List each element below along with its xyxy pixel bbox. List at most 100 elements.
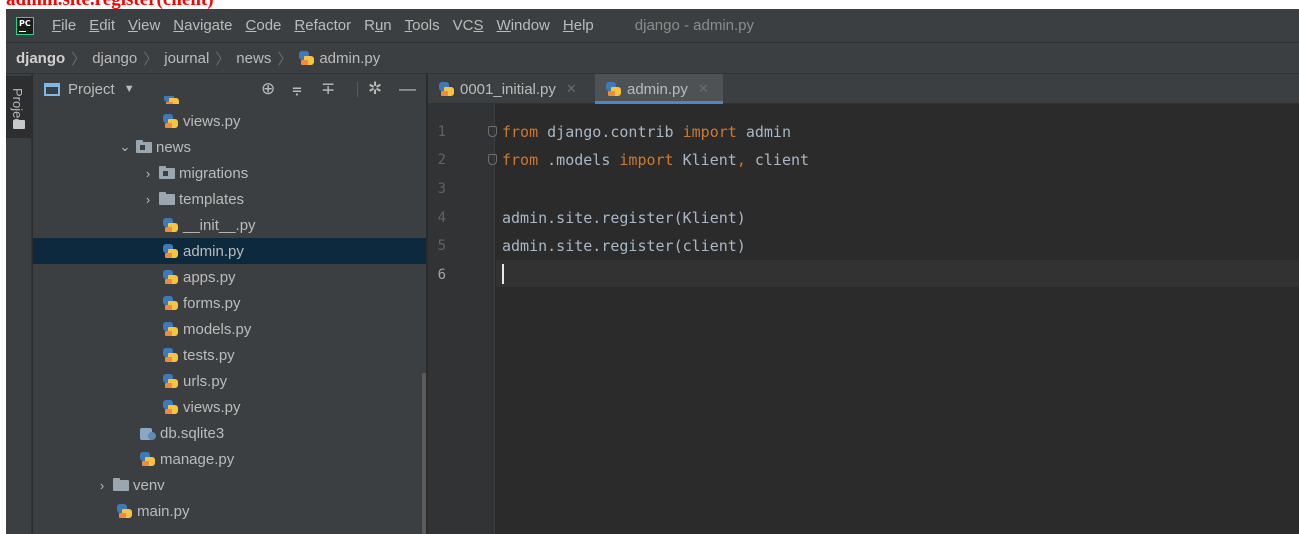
project-window-icon [44, 82, 60, 96]
breadcrumb-item-journal[interactable]: journal [164, 50, 209, 67]
tree-item-label: apps.py [183, 268, 236, 286]
chevron-down-icon[interactable]: ▼ [124, 83, 135, 95]
line-number: 5 [437, 238, 446, 254]
menu-help[interactable]: Help [563, 17, 594, 34]
window-title: django - admin.py [634, 17, 755, 34]
tree-item-label: views.py [183, 398, 241, 416]
menu-run[interactable]: Run [364, 17, 392, 34]
tree-row[interactable]: main.py [33, 498, 426, 524]
tab-admin[interactable]: admin.py ✕ [595, 74, 723, 104]
tree-item-label: db.sqlite3 [160, 424, 225, 442]
tab-0001-initial[interactable]: 0001_initial.py ✕ [428, 74, 583, 104]
breadcrumb: django 〉 django 〉 journal 〉 news 〉 admin… [6, 42, 1299, 74]
project-view-selector[interactable]: Project [68, 81, 115, 98]
close-icon[interactable]: ✕ [566, 81, 577, 97]
python-file-icon [162, 113, 180, 130]
menu-edit[interactable]: Edit [89, 17, 115, 34]
tree-item-label: forms.py [183, 294, 241, 312]
tree-row[interactable]: urls.py [33, 368, 426, 394]
breadcrumb-item-django[interactable]: django [92, 50, 137, 67]
python-file-icon [162, 295, 180, 312]
tree-row[interactable]: db.sqlite3 [33, 420, 426, 446]
editor-gutter: 1 2 3 4 5 6 [428, 104, 497, 534]
line-number: 3 [437, 181, 446, 197]
breadcrumb-item-news[interactable]: news [236, 50, 271, 67]
close-icon[interactable]: ✕ [698, 81, 709, 97]
tab-label: admin.py [627, 80, 688, 98]
code-editor[interactable]: 1 2 3 4 5 6 from django.contrib import a… [428, 104, 1299, 534]
tree-row[interactable]: forms.py [33, 290, 426, 316]
code-line: from .models import Klient, client [502, 151, 810, 169]
chevron-right-icon[interactable]: › [138, 166, 158, 181]
menu-tools[interactable]: Tools [405, 17, 440, 34]
tree-row-folder[interactable]: ⌄ news [33, 134, 426, 160]
tree-row-partial[interactable] [33, 96, 426, 104]
python-file-icon [163, 96, 181, 104]
tree-row[interactable]: __init__.py [33, 212, 426, 238]
tree-row[interactable]: manage.py [33, 446, 426, 472]
tree-item-label: manage.py [160, 450, 235, 468]
tree-item-label: news [156, 138, 192, 156]
tree-row[interactable]: models.py [33, 316, 426, 342]
code-line: from django.contrib import admin [502, 123, 791, 141]
folder-icon [13, 120, 25, 129]
tree-row-folder[interactable]: › templates [33, 186, 426, 212]
python-file-icon [162, 217, 180, 234]
tree-row[interactable]: views.py [33, 394, 426, 420]
line-number: 4 [437, 210, 446, 226]
pycharm-logo-icon [16, 16, 34, 35]
chevron-right-icon[interactable]: › [92, 478, 112, 493]
fold-start-icon[interactable] [488, 126, 497, 137]
header-divider [357, 82, 358, 97]
tool-window-strip: Project [6, 74, 32, 534]
python-file-icon [162, 347, 180, 364]
package-folder-icon [135, 140, 153, 154]
python-file-icon [139, 451, 157, 468]
chevron-right-icon[interactable]: › [138, 192, 158, 207]
tree-item-label: tests.py [183, 346, 235, 364]
code-line: admin.site.register(client) [502, 237, 746, 255]
tree-item-label: __init__.py [183, 216, 256, 234]
menu-window[interactable]: Window [497, 17, 550, 34]
tree-row-selected[interactable]: admin.py [33, 238, 426, 264]
tree-row[interactable]: views.py [33, 108, 426, 134]
current-line-highlight [496, 260, 1299, 287]
chevron-down-icon[interactable]: ⌄ [115, 139, 135, 155]
folder-icon [112, 478, 130, 492]
project-scrollbar[interactable] [422, 373, 426, 534]
menu-file[interactable]: File [52, 17, 76, 34]
caption-title: admin.site.register(client) [6, 0, 214, 9]
breadcrumb-item-project[interactable]: django [16, 50, 65, 67]
python-file-icon [438, 81, 456, 98]
line-number: 1 [437, 124, 446, 140]
tree-row[interactable]: apps.py [33, 264, 426, 290]
menu-refactor[interactable]: Refactor [294, 17, 351, 34]
python-file-icon [298, 50, 316, 67]
text-caret [502, 264, 504, 284]
python-file-icon [605, 81, 623, 98]
tree-row-folder[interactable]: › venv [33, 472, 426, 498]
tree-item-label: admin.py [183, 242, 244, 260]
tree-item-label: templates [179, 190, 245, 208]
tree-row-folder[interactable]: › migrations [33, 160, 426, 186]
python-file-icon [162, 373, 180, 390]
tab-label: 0001_initial.py [460, 80, 556, 98]
project-tool-button[interactable]: Project [6, 76, 32, 138]
menu-view[interactable]: View [128, 17, 160, 34]
tree-item-label: urls.py [183, 372, 228, 390]
code-line: admin.site.register(Klient) [502, 209, 746, 227]
editor-tab-bar: 0001_initial.py ✕ admin.py ✕ [428, 74, 1299, 104]
chevron-right-icon: 〉 [277, 50, 293, 68]
tree-item-label: migrations [179, 164, 249, 182]
menu-vcs[interactable]: VCS [453, 17, 484, 34]
menu-code[interactable]: Code [246, 17, 282, 34]
breadcrumb-item-file[interactable]: admin.py [298, 50, 380, 67]
database-file-icon [139, 425, 157, 442]
fold-end-icon[interactable] [488, 154, 497, 165]
python-file-icon [116, 503, 134, 520]
menu-navigate[interactable]: Navigate [173, 17, 232, 34]
chevron-right-icon: 〉 [215, 50, 231, 68]
tree-row[interactable]: tests.py [33, 342, 426, 368]
package-folder-icon [158, 166, 176, 180]
python-file-icon [162, 269, 180, 286]
